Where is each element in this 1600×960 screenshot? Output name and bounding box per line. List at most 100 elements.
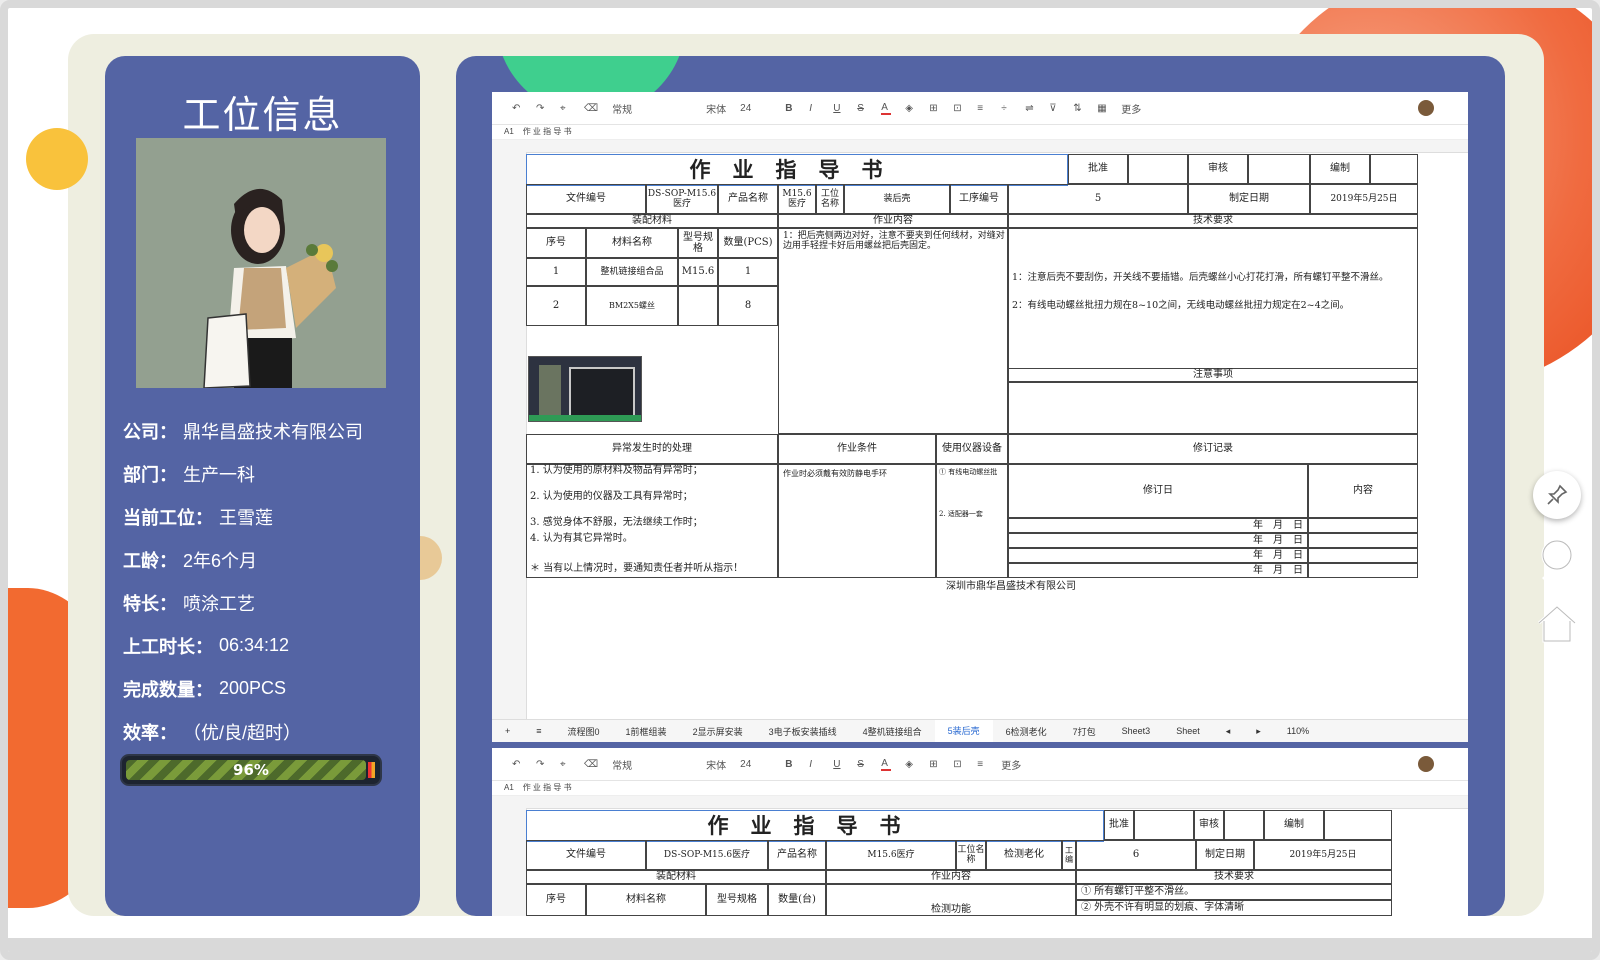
align-icon[interactable]: ≡ xyxy=(977,103,987,114)
spreadsheet-viewer-1[interactable]: ↶ ↷ ⌖ ⌫ 常规 宋体 24 B I U S A ◈ ⊞ ⊡ ≡ ÷ ⇌ ⊽… xyxy=(492,92,1468,742)
row1-seq[interactable]: 1 xyxy=(526,258,586,286)
doc-no-value-2[interactable]: DS-SOP-M15.6医疗 xyxy=(646,840,768,870)
compile-label-2[interactable]: 编制 xyxy=(1264,810,1324,840)
rev-row-1-content[interactable] xyxy=(1308,518,1418,533)
process-label-2[interactable]: 工编 xyxy=(1062,840,1076,870)
font-color-icon[interactable]: A xyxy=(881,102,892,115)
tab-sheet-7[interactable]: 7打包 xyxy=(1060,725,1109,738)
redo-icon[interactable]: ↷ xyxy=(536,103,546,114)
bold-icon[interactable]: B xyxy=(785,103,795,114)
review-value-2[interactable] xyxy=(1224,810,1264,840)
doc-no-label-2[interactable]: 文件编号 xyxy=(526,840,646,870)
conditions-cell[interactable]: 作业时必须戴有效防静电手环 xyxy=(778,464,936,578)
date-value[interactable]: 2019年5月25日 xyxy=(1310,184,1418,214)
tab-sheet-1[interactable]: 1前框组装 xyxy=(613,725,680,738)
merge-icon[interactable]: ⊡ xyxy=(953,103,963,114)
material-name-header-2[interactable]: 材料名称 xyxy=(586,884,706,916)
spec-header[interactable]: 型号规格 xyxy=(678,228,718,258)
sheet-grid-2[interactable]: 作业指导书 批准 审核 编制 文件编号 DS-SOP-M15.6医疗 产品名称 … xyxy=(526,808,1468,916)
formula-bar[interactable]: A1 作 业 指 导 书 xyxy=(492,125,1468,140)
chart-icon[interactable]: ▦ xyxy=(1097,103,1107,114)
pin-button[interactable] xyxy=(1533,471,1581,519)
tech-header[interactable]: 技术要求 xyxy=(1008,214,1418,228)
review-label[interactable]: 审核 xyxy=(1188,154,1248,184)
sheet-grid[interactable]: 作业指导书 批准 审核 编制 文件编号 DS-SOP-M15.6医疗 产品名称 … xyxy=(526,152,1468,720)
materials-header[interactable]: 装配材料 xyxy=(526,214,778,228)
number-format-select[interactable]: 常规 xyxy=(612,101,632,116)
process-value[interactable]: 5 xyxy=(1008,184,1188,214)
product-value-2[interactable]: M15.6医疗 xyxy=(826,840,956,870)
tab-sheet-9[interactable]: Sheet xyxy=(1163,726,1213,736)
font-family-select[interactable]: 宋体 xyxy=(706,757,726,772)
product-label[interactable]: 产品名称 xyxy=(718,184,778,214)
rev-row-4-content[interactable] xyxy=(1308,563,1418,578)
review-label-2[interactable]: 审核 xyxy=(1194,810,1224,840)
qty-header[interactable]: 数量(PCS) xyxy=(718,228,778,258)
italic-icon[interactable]: I xyxy=(809,759,819,770)
product-value[interactable]: M15.6医疗 xyxy=(778,184,816,214)
tab-sheet-0[interactable]: 流程图0 xyxy=(555,725,613,738)
compile-value-2[interactable] xyxy=(1324,810,1392,840)
compile-label[interactable]: 编制 xyxy=(1310,154,1370,184)
clear-format-icon[interactable]: ⌫ xyxy=(584,759,598,770)
notes-cell[interactable] xyxy=(1008,382,1418,434)
doc-title-cell-2[interactable]: 作业指导书 xyxy=(526,810,1104,842)
station-label-2[interactable]: 工位名称 xyxy=(956,840,986,870)
bold-icon[interactable]: B xyxy=(785,759,795,770)
fill-color-icon[interactable]: ◈ xyxy=(905,103,915,114)
approve-label[interactable]: 批准 xyxy=(1068,154,1128,184)
tab-sheet-4[interactable]: 4整机链接组合 xyxy=(850,725,935,738)
wrap-icon[interactable]: ⇌ xyxy=(1025,103,1035,114)
rev-row-2-content[interactable] xyxy=(1308,533,1418,548)
border-icon[interactable]: ⊞ xyxy=(929,103,939,114)
sort-icon[interactable]: ⇅ xyxy=(1073,103,1083,114)
content-cell[interactable]: 1：把后壳侧两边对好，注意不要夹到任何线材，对缝对边用手轻捏卡好后用螺丝把后壳固… xyxy=(778,228,1008,434)
font-size-select[interactable]: 24 xyxy=(740,103,751,114)
approve-value-2[interactable] xyxy=(1134,810,1194,840)
product-label-2[interactable]: 产品名称 xyxy=(768,840,826,870)
date-label-2[interactable]: 制定日期 xyxy=(1196,840,1254,870)
tab-sheet-5[interactable]: 5装后壳 xyxy=(934,720,993,742)
row2-spec[interactable] xyxy=(678,286,718,326)
valign-icon[interactable]: ÷ xyxy=(1001,103,1011,114)
rev-content-header[interactable]: 内容 xyxy=(1308,464,1418,518)
rev-row-3-content[interactable] xyxy=(1308,548,1418,563)
tech-header-2[interactable]: 技术要求 xyxy=(1076,870,1392,884)
station-value-2[interactable]: 检测老化 xyxy=(986,840,1062,870)
tech-cell[interactable] xyxy=(1008,228,1418,368)
instruments-header[interactable]: 使用仪器设备 xyxy=(936,434,1008,464)
tab-sheet-3[interactable]: 3电子板安装插线 xyxy=(756,725,850,738)
tech-line-1-2[interactable]: ① 所有螺钉平整不滑丝。 xyxy=(1076,884,1392,900)
process-label[interactable]: 工序编号 xyxy=(950,184,1008,214)
row2-seq[interactable]: 2 xyxy=(526,286,586,326)
fill-color-icon[interactable]: ◈ xyxy=(905,759,915,770)
rev-row-1[interactable]: 年 月 日 xyxy=(1008,518,1308,533)
next-sheet-icon[interactable]: ▸ xyxy=(1243,726,1274,737)
formula-bar-2[interactable]: A1 作 业 指 导 书 xyxy=(492,781,1468,796)
qty-header-2[interactable]: 数量(台) xyxy=(768,884,826,916)
clear-format-icon[interactable]: ⌫ xyxy=(584,103,598,114)
more-menu[interactable]: 更多 xyxy=(1121,101,1141,116)
date-label[interactable]: 制定日期 xyxy=(1188,184,1310,214)
station-value[interactable]: 装后壳 xyxy=(844,184,950,214)
align-icon[interactable]: ≡ xyxy=(977,759,987,770)
underline-icon[interactable]: U xyxy=(833,759,843,770)
material-name-header[interactable]: 材料名称 xyxy=(586,228,678,258)
process-value-2[interactable]: 6 xyxy=(1076,840,1196,870)
filter-icon[interactable]: ⊽ xyxy=(1049,103,1059,114)
underline-icon[interactable]: U xyxy=(833,103,843,114)
redo-icon[interactable]: ↷ xyxy=(536,759,546,770)
materials-header-2[interactable]: 装配材料 xyxy=(526,870,826,884)
undo-icon[interactable]: ↶ xyxy=(512,759,522,770)
home-button[interactable] xyxy=(1533,599,1581,647)
strikethrough-icon[interactable]: S xyxy=(857,103,867,114)
abnormal-header[interactable]: 异常发生时的处理 xyxy=(526,434,778,464)
seq-header-2[interactable]: 序号 xyxy=(526,884,586,916)
tab-sheet-6[interactable]: 6检测老化 xyxy=(993,725,1060,738)
revision-header[interactable]: 修订记录 xyxy=(1008,434,1418,464)
more-menu[interactable]: 更多 xyxy=(1001,757,1021,772)
content-header[interactable]: 作业内容 xyxy=(778,214,1008,228)
search-button[interactable] xyxy=(1533,535,1581,583)
review-value[interactable] xyxy=(1248,154,1310,184)
tab-sheet-2[interactable]: 2显示屏安装 xyxy=(680,725,756,738)
